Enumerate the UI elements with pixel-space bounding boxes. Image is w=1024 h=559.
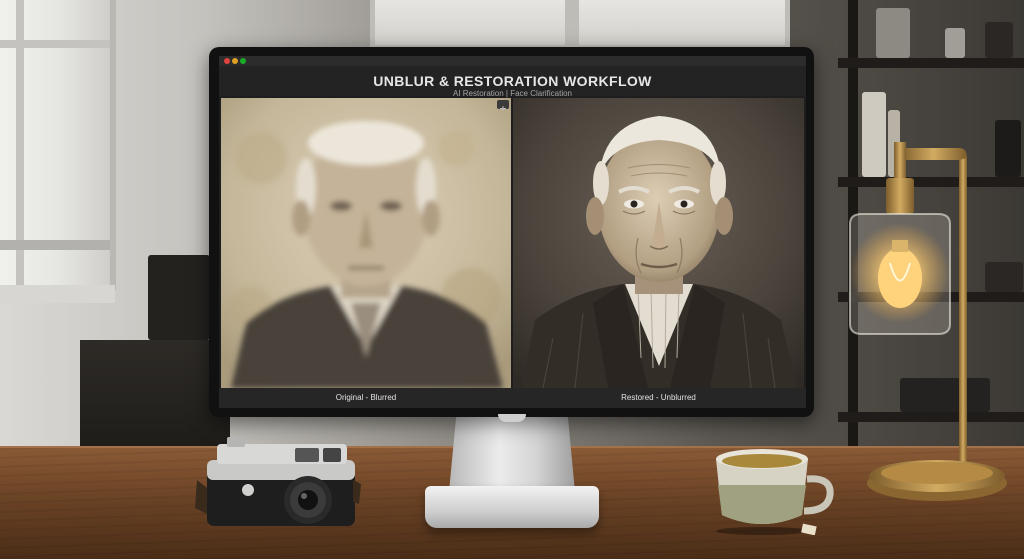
vintage-camera <box>193 432 363 532</box>
room-window-top <box>370 0 790 50</box>
app-subtitle: AI Restoration | Face Clarification <box>452 89 572 98</box>
tea-cup <box>712 445 837 536</box>
monitor: UNBLUR & RESTORATION WORKFLOW AI Restora… <box>209 47 814 417</box>
restored-photo-panel[interactable] <box>513 98 804 388</box>
expand-icon[interactable] <box>497 100 509 111</box>
monitor-chin <box>498 414 526 422</box>
monitor-screen: UNBLUR & RESTORATION WORKFLOW AI Restora… <box>219 56 806 408</box>
close-icon[interactable] <box>224 58 230 64</box>
blurred-portrait-image <box>221 98 511 388</box>
shelf-box <box>945 28 965 58</box>
shelf <box>838 58 1024 68</box>
desk-lamp <box>842 138 1012 513</box>
window-sill <box>0 285 115 303</box>
app-title: UNBLUR & RESTORATION WORKFLOW <box>373 73 652 89</box>
original-photo-panel[interactable] <box>221 98 511 388</box>
shelf-jar <box>876 8 910 58</box>
minimize-icon[interactable] <box>232 58 238 64</box>
room-window <box>0 0 116 290</box>
monitor-stand <box>449 412 575 492</box>
app-header: UNBLUR & RESTORATION WORKFLOW AI Restora… <box>219 66 806 98</box>
original-caption: Original - Blurred <box>335 393 397 402</box>
maximize-icon[interactable] <box>240 58 246 64</box>
desk-scene: UNBLUR & RESTORATION WORKFLOW AI Restora… <box>0 0 1024 559</box>
background-object <box>148 255 210 340</box>
restored-caption: Restored - Unblurred <box>621 393 696 402</box>
shelf-vase <box>985 22 1013 58</box>
monitor-stand-base <box>425 486 599 528</box>
restored-portrait-image <box>513 98 804 388</box>
